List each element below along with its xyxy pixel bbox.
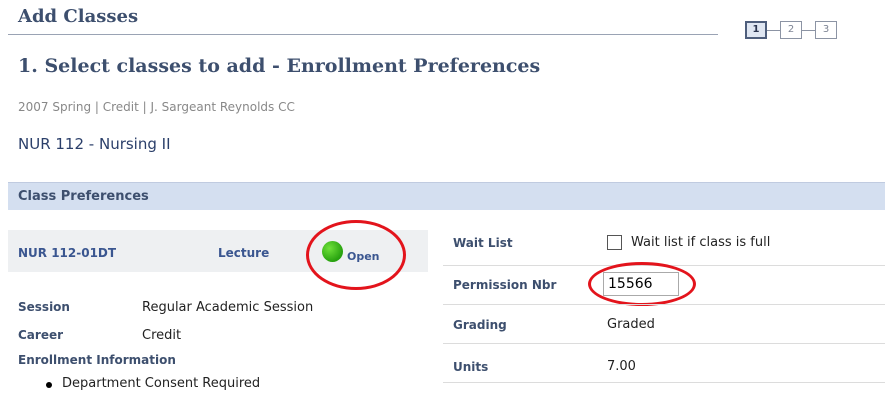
- step-2: 2: [780, 21, 802, 39]
- class-preferences-title: Class Preferences: [18, 189, 149, 204]
- wait-list-checkbox-label[interactable]: Wait list if class is full: [631, 235, 770, 250]
- class-component: Lecture: [218, 246, 270, 260]
- units-value: 7.00: [607, 359, 636, 374]
- row-divider: [443, 343, 885, 344]
- class-number: NUR 112-01DT: [18, 246, 117, 260]
- bullet-icon: [46, 382, 52, 388]
- step-connector: [767, 29, 780, 31]
- section-title: 1. Select classes to add - Enrollment Pr…: [18, 55, 541, 77]
- page-title: Add Classes: [18, 6, 139, 27]
- course-title: NUR 112 - Nursing II: [18, 135, 171, 153]
- step-indicator: 1 2 3: [745, 21, 837, 39]
- row-divider: [443, 382, 885, 383]
- grading-label: Grading: [453, 318, 507, 332]
- enrollment-info-item: Department Consent Required: [62, 376, 261, 391]
- title-divider: [8, 34, 718, 35]
- class-preferences-header: Class Preferences: [8, 182, 885, 210]
- wait-list-checkbox[interactable]: [607, 235, 622, 250]
- wait-list-label: Wait List: [453, 236, 513, 250]
- step-3: 3: [815, 21, 837, 39]
- enrollment-info-label: Enrollment Information: [18, 353, 176, 367]
- units-label: Units: [453, 360, 489, 374]
- row-divider: [443, 304, 885, 305]
- session-value: Regular Academic Session: [142, 300, 314, 315]
- highlight-circle-status: [306, 220, 406, 290]
- permission-number-label: Permission Nbr: [453, 278, 557, 292]
- grading-value: Graded: [607, 317, 655, 332]
- step-connector: [802, 29, 815, 31]
- highlight-circle-permission: [588, 262, 696, 306]
- career-label: Career: [18, 328, 64, 342]
- session-label: Session: [18, 300, 70, 314]
- career-value: Credit: [142, 328, 182, 343]
- term-info: 2007 Spring | Credit | J. Sargeant Reyno…: [18, 100, 295, 114]
- step-1: 1: [745, 21, 767, 39]
